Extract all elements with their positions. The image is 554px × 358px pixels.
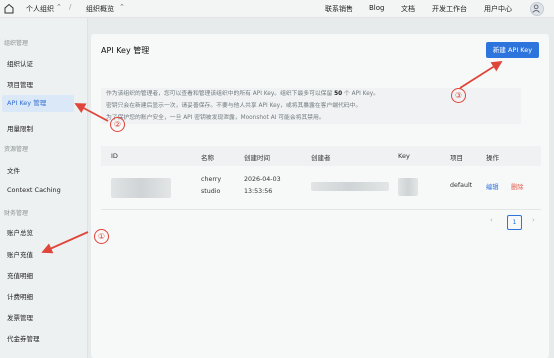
col-key: Key bbox=[398, 152, 410, 160]
col-created-at: 创建时间 bbox=[244, 154, 270, 162]
redacted-creator bbox=[311, 182, 389, 191]
chevron-updown-icon: ⌃ bbox=[56, 3, 62, 11]
table-header: ID 名称 创建时间 创建者 Key 项目 操作 bbox=[101, 146, 541, 166]
col-creator: 创建者 bbox=[311, 154, 331, 162]
sidebar-item-org-verify[interactable]: 组织认证 bbox=[7, 58, 33, 68]
org-switcher[interactable]: 个人组织 bbox=[26, 4, 54, 14]
sidebar-item-billing-details[interactable]: 计费明细 bbox=[7, 291, 33, 301]
annotation-marker-2: ② bbox=[110, 117, 125, 132]
nav-contact-sales[interactable]: 联系销售 bbox=[325, 4, 353, 14]
sidebar-item-files[interactable]: 文件 bbox=[7, 165, 20, 175]
sidebar-item-usage-limits[interactable]: 用量限制 bbox=[7, 123, 33, 133]
user-icon bbox=[532, 4, 540, 13]
edit-link[interactable]: 编辑 bbox=[486, 182, 499, 191]
sidebar: 组织管理 组织认证 项目管理 API Key 管理 用量限制 资源管理 文件 C… bbox=[0, 18, 88, 358]
col-actions: 操作 bbox=[486, 154, 499, 162]
project-name: default bbox=[450, 182, 473, 189]
col-name: 名称 bbox=[201, 154, 214, 162]
sidebar-item-recharge-details[interactable]: 充值明细 bbox=[7, 270, 33, 280]
sidebar-item-invoices[interactable]: 发票管理 bbox=[7, 312, 33, 322]
annotation-marker-1: ① bbox=[94, 229, 109, 244]
chevron-updown-icon: ⌃ bbox=[119, 3, 125, 11]
notice-line-3: 为了保护您的账户安全，一旦 API 密钥被发现泄露，Moonshot AI 可能… bbox=[106, 115, 325, 121]
col-project: 项目 bbox=[450, 154, 463, 162]
created-time: 13:53:56 bbox=[244, 188, 273, 195]
annotation-marker-3: ③ bbox=[451, 88, 466, 103]
page-title: API Key 管理 bbox=[101, 46, 150, 55]
sidebar-group-resources: 资源管理 bbox=[4, 146, 29, 153]
sidebar-group-org: 组织管理 bbox=[4, 40, 29, 47]
top-bar: 个人组织 ⌃ / 组织概览 ⌃ 联系销售 Blog 文档 开发工作台 用户中心 bbox=[0, 0, 554, 18]
new-api-key-button[interactable]: 新建 API Key bbox=[486, 42, 539, 58]
sidebar-group-finance: 财务管理 bbox=[4, 210, 29, 217]
sidebar-item-api-keys[interactable]: API Key 管理 bbox=[2, 95, 74, 112]
home-icon[interactable] bbox=[4, 3, 14, 14]
sidebar-item-account-overview[interactable]: 账户总览 bbox=[7, 227, 33, 237]
sidebar-item-vouchers[interactable]: 代金券管理 bbox=[7, 333, 40, 343]
avatar[interactable] bbox=[530, 2, 544, 16]
page-number-current[interactable]: 1 bbox=[507, 215, 522, 230]
key-name-line-2: studio bbox=[201, 188, 221, 195]
sidebar-item-recharge[interactable]: 账户充值 bbox=[7, 249, 33, 259]
main-panel: API Key 管理 新建 API Key 作为该组织的管理者，您可以查看和管理… bbox=[91, 34, 549, 358]
redacted-id bbox=[111, 178, 171, 198]
nav-dev-console[interactable]: 开发工作台 bbox=[432, 4, 467, 14]
nav-user-center[interactable]: 用户中心 bbox=[484, 4, 512, 14]
table-row: cherry studio 2026-04-03 13:53:56 defaul… bbox=[101, 166, 541, 210]
created-date: 2026-04-03 bbox=[244, 176, 281, 183]
nav-docs[interactable]: 文档 bbox=[401, 4, 415, 14]
breadcrumb-separator: / bbox=[69, 3, 72, 11]
next-page-button[interactable]: › bbox=[532, 216, 535, 230]
redacted-key bbox=[398, 178, 418, 196]
page-switcher[interactable]: 组织概览 bbox=[86, 4, 114, 14]
sidebar-item-projects[interactable]: 项目管理 bbox=[7, 79, 33, 89]
nav-blog[interactable]: Blog bbox=[369, 4, 384, 12]
col-id: ID bbox=[111, 152, 118, 160]
sidebar-item-context-caching[interactable]: Context Caching bbox=[7, 186, 61, 194]
prev-page-button[interactable]: ‹ bbox=[490, 216, 493, 230]
api-key-table: ID 名称 创建时间 创建者 Key 项目 操作 cherry studio 2… bbox=[101, 146, 541, 210]
key-name-line-1: cherry bbox=[201, 176, 222, 183]
delete-link[interactable]: 删除 bbox=[511, 182, 524, 191]
